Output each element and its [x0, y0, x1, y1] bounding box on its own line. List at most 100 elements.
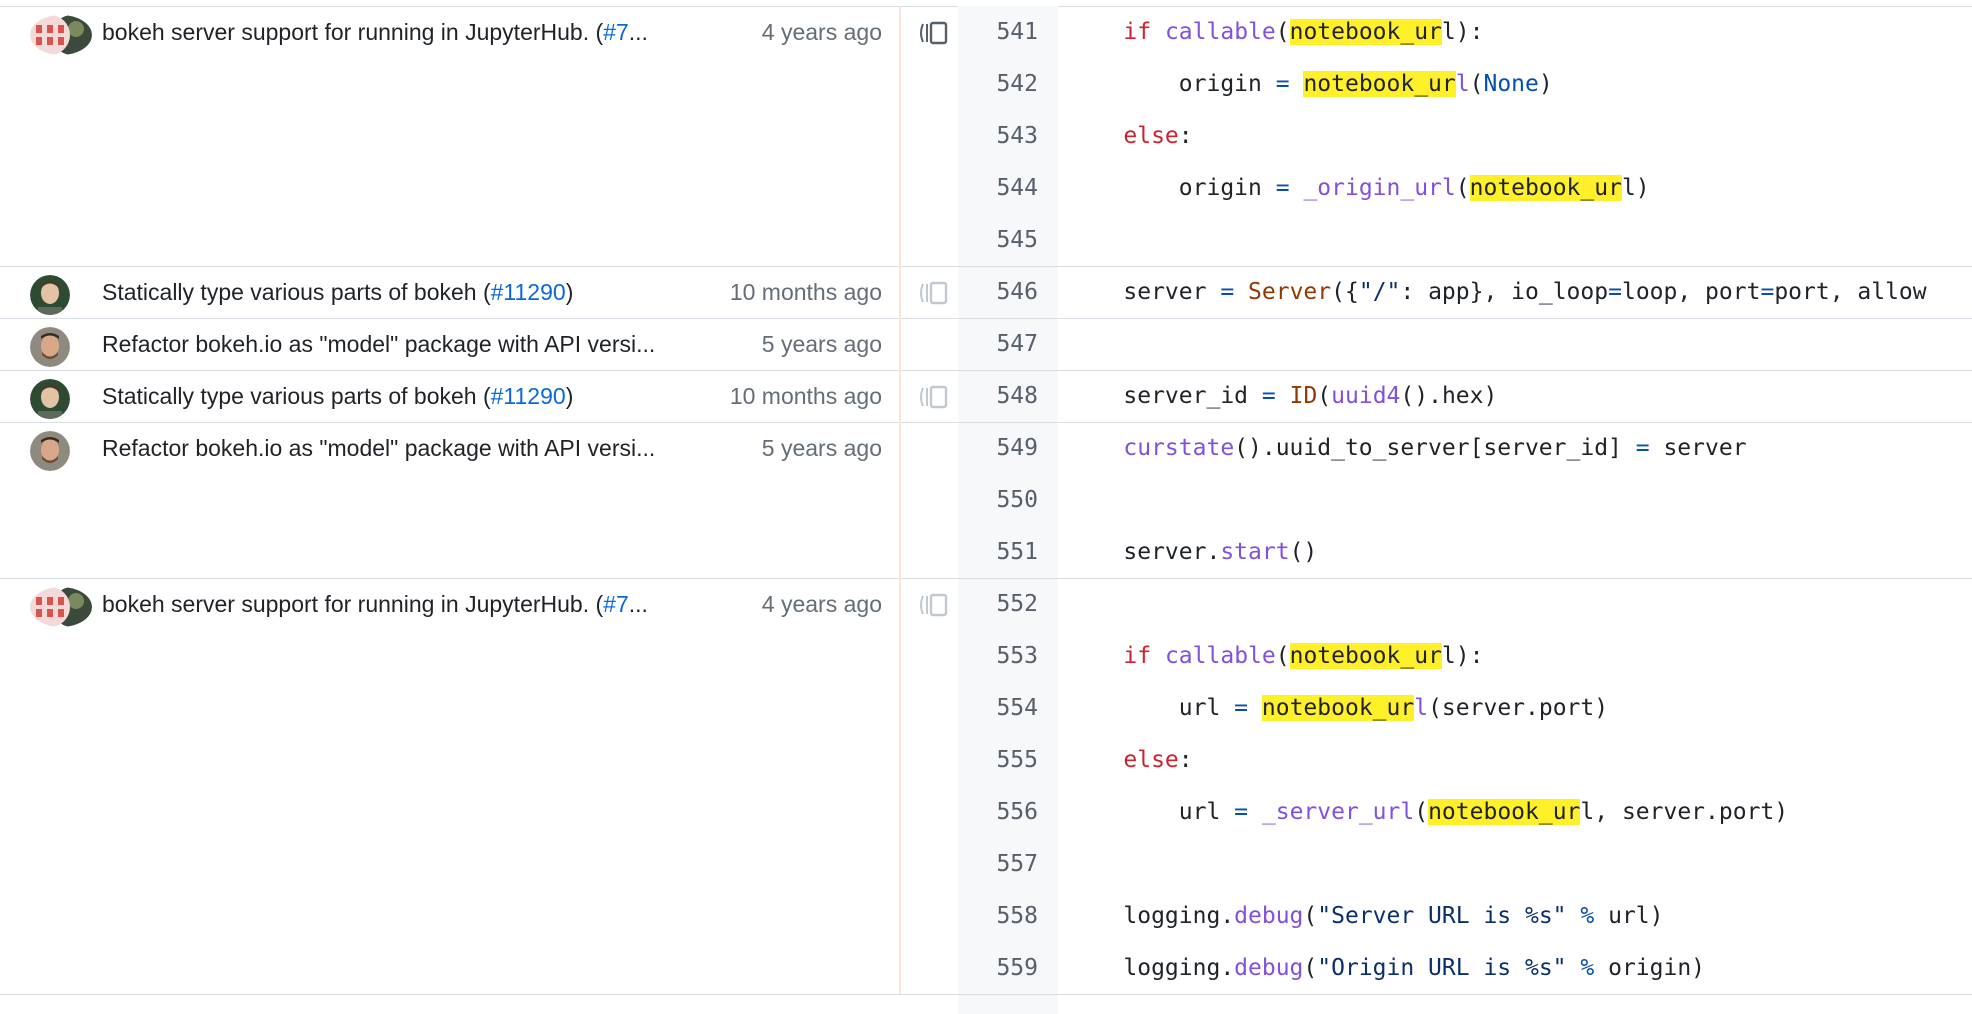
- commit-message-text[interactable]: bokeh server support for running in Jupy…: [102, 19, 603, 45]
- code-line: 547: [958, 318, 1972, 370]
- code-token: l: [1414, 695, 1429, 721]
- line-number[interactable]: 542: [958, 58, 1038, 110]
- line-source: origin = _origin_url(notebook_url): [1068, 162, 1650, 214]
- code-token: l: [1455, 71, 1470, 97]
- commit-message-link[interactable]: Refactor bokeh.io as "model" package wit…: [102, 422, 722, 474]
- commit-message-text[interactable]: Refactor bokeh.io as "model" package wit…: [102, 435, 655, 461]
- reblame-icon[interactable]: [917, 280, 951, 306]
- pull-request-link[interactable]: #11290: [491, 279, 566, 305]
- line-number[interactable]: 553: [958, 630, 1038, 682]
- code-token: :: [1178, 747, 1193, 773]
- code-token: =: [1635, 435, 1650, 461]
- code-token: l): [1621, 175, 1650, 201]
- line-number[interactable]: 554: [958, 682, 1038, 734]
- code-token: :: [1178, 123, 1193, 149]
- code-token: =: [1608, 279, 1622, 305]
- commit-info: Refactor bokeh.io as "model" package wit…: [0, 318, 900, 370]
- line-number[interactable]: 551: [958, 526, 1038, 578]
- code-token: server: [1068, 279, 1221, 305]
- commit-info: Statically type various parts of bokeh (…: [0, 370, 900, 422]
- code-token: url): [1594, 903, 1664, 929]
- reblame-icon[interactable]: [917, 592, 951, 618]
- commit-age: 5 years ago: [761, 435, 882, 461]
- code-token: (: [1303, 955, 1318, 981]
- code-line: 543 else:: [958, 110, 1972, 162]
- commit-message-text[interactable]: bokeh server support for running in Jupy…: [102, 591, 603, 617]
- code-token: %: [1580, 903, 1595, 929]
- line-number[interactable]: 557: [958, 838, 1038, 890]
- code-line: 559 logging.debug("Origin URL is %s" % o…: [958, 942, 1972, 994]
- avatar[interactable]: [30, 275, 70, 315]
- code-token: =: [1275, 175, 1290, 201]
- line-source: logging.debug("Server URL is %s" % url): [1068, 890, 1664, 942]
- code-token: else: [1123, 123, 1179, 149]
- code-token: debug: [1234, 903, 1304, 929]
- code-line: 544 origin = _origin_url(notebook_url): [958, 162, 1972, 214]
- code-token: =: [1234, 695, 1249, 721]
- line-number[interactable]: 552: [958, 578, 1038, 630]
- line-source: origin = notebook_url(None): [1068, 58, 1553, 110]
- search-match: notebook_ur: [1289, 19, 1442, 45]
- line-number[interactable]: 550: [958, 474, 1038, 526]
- code-token: origin: [1068, 175, 1276, 201]
- search-match: notebook_ur: [1469, 175, 1622, 201]
- line-number[interactable]: 549: [958, 422, 1038, 474]
- code-token: logging.: [1068, 955, 1235, 981]
- line-number[interactable]: 556: [958, 786, 1038, 838]
- line-number[interactable]: 548: [958, 370, 1038, 422]
- avatar[interactable]: [30, 327, 70, 367]
- code-token: None: [1483, 71, 1539, 97]
- code-token: =: [1261, 383, 1276, 409]
- code-token: Server: [1248, 279, 1332, 305]
- line-number[interactable]: 546: [958, 266, 1038, 318]
- line-number[interactable]: 545: [958, 214, 1038, 266]
- avatar[interactable]: [30, 431, 70, 471]
- code-token: "Server URL is %s": [1317, 903, 1567, 929]
- code-line: 558 logging.debug("Server URL is %s" % u…: [958, 890, 1972, 942]
- reblame-icon[interactable]: [917, 384, 951, 410]
- code-line: 550: [958, 474, 1972, 526]
- code-token: l):: [1441, 19, 1484, 45]
- age-indicator-bar: [899, 578, 901, 994]
- avatar[interactable]: [30, 15, 92, 55]
- pull-request-link[interactable]: #7: [603, 591, 629, 617]
- line-number[interactable]: 547: [958, 318, 1038, 370]
- line-number[interactable]: 544: [958, 162, 1038, 214]
- line-number[interactable]: 558: [958, 890, 1038, 942]
- commit-message-text[interactable]: Statically type various parts of bokeh (: [102, 383, 491, 409]
- code-token: =: [1275, 71, 1290, 97]
- commit-message-text[interactable]: Refactor bokeh.io as "model" package wit…: [102, 331, 655, 357]
- commit-message-link[interactable]: Refactor bokeh.io as "model" package wit…: [102, 318, 722, 370]
- code-token: start: [1220, 539, 1290, 565]
- commit-message-link[interactable]: Statically type various parts of bokeh (…: [102, 370, 722, 422]
- avatar[interactable]: [30, 379, 70, 419]
- line-number[interactable]: 543: [958, 110, 1038, 162]
- pull-request-link[interactable]: #7: [603, 19, 629, 45]
- line-number[interactable]: 541: [958, 6, 1038, 58]
- commit-message-link[interactable]: bokeh server support for running in Jupy…: [102, 6, 722, 58]
- commit-message-link[interactable]: bokeh server support for running in Jupy…: [102, 578, 722, 630]
- line-number[interactable]: 555: [958, 734, 1038, 786]
- commit-message-link[interactable]: Statically type various parts of bokeh (…: [102, 266, 722, 318]
- code-line: 546 server = Server({"/": app}, io_loop=…: [958, 266, 1972, 318]
- age-indicator-bar: [899, 318, 901, 370]
- line-source: server_id = ID(uuid4().hex): [1068, 370, 1497, 422]
- code-token: ({: [1331, 279, 1359, 305]
- avatar[interactable]: [30, 587, 92, 627]
- commit-message-text[interactable]: Statically type various parts of bokeh (: [102, 279, 491, 305]
- code-token: server.: [1068, 539, 1221, 565]
- code-token: loop, port: [1621, 279, 1761, 305]
- code-token: server_id: [1068, 383, 1262, 409]
- pull-request-link[interactable]: #11290: [491, 383, 566, 409]
- commit-age: 10 months ago: [729, 383, 882, 409]
- line-number[interactable]: 559: [958, 942, 1038, 994]
- age-indicator-bar: [899, 370, 901, 422]
- reblame-icon[interactable]: [917, 20, 951, 46]
